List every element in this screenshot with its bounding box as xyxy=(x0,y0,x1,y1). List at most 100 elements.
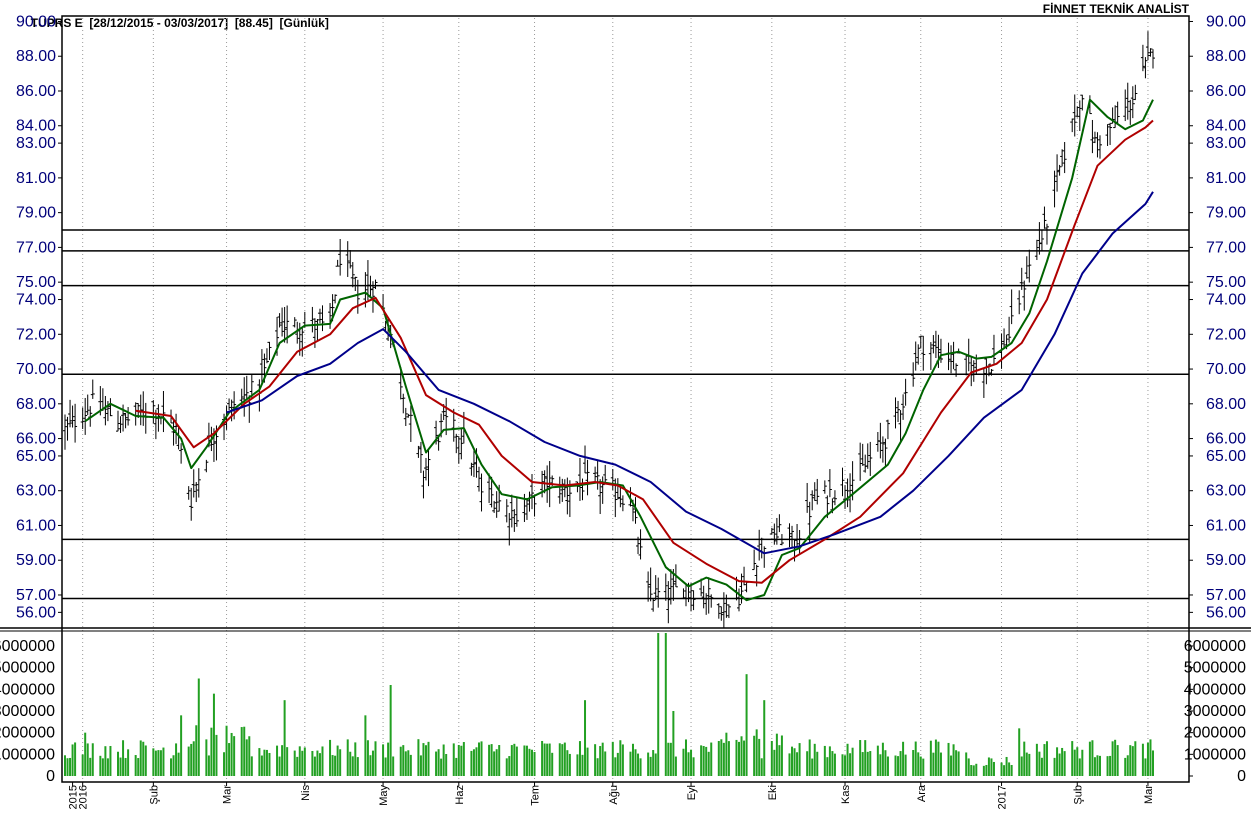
y-tick-label-left: 77.00 xyxy=(16,239,56,256)
y-tick-label-right: 72.00 xyxy=(1206,326,1246,343)
volume-bar xyxy=(321,746,324,776)
volume-bar xyxy=(296,756,299,776)
volume-bar xyxy=(475,747,478,776)
volume-bar xyxy=(859,740,862,776)
chart-frame xyxy=(0,15,1251,783)
y-tick-label-right: 63.00 xyxy=(1206,483,1246,500)
volume-bar xyxy=(899,751,902,776)
y-tick-label-right: 86.00 xyxy=(1206,83,1246,100)
technical-chart: 90.00 90.00 88.00 88.00 86.00 86.00 84.00 84.00… xyxy=(0,13,1251,809)
volume-bar xyxy=(849,753,852,776)
volume-bar xyxy=(992,761,995,776)
y-tick-label-right: 74.00 xyxy=(1206,292,1246,309)
volume-bar xyxy=(758,738,761,776)
volume-bar xyxy=(919,756,922,776)
x-tick-label: Eki xyxy=(767,785,779,800)
volume-bar xyxy=(1146,742,1149,776)
volume-bar xyxy=(311,750,314,776)
y-tick-label-right: 88.00 xyxy=(1206,48,1246,65)
volume-bar xyxy=(81,754,84,776)
volume-bar xyxy=(937,741,940,776)
volume-bar xyxy=(745,674,748,776)
volume-bar xyxy=(952,744,955,776)
volume-bar xyxy=(755,729,758,776)
volume-bar xyxy=(584,700,587,776)
volume-bar xyxy=(1091,740,1094,776)
volume-bar xyxy=(806,751,809,776)
x-tick-label: May xyxy=(378,785,390,806)
volume-bar xyxy=(457,744,460,776)
volume-bar xyxy=(417,739,420,776)
volume-bar xyxy=(604,751,607,776)
volume-bar xyxy=(725,732,728,776)
volume-bar xyxy=(929,740,932,776)
volume-bar xyxy=(1109,755,1112,776)
volume-bar xyxy=(66,758,69,776)
volume-bar xyxy=(869,751,872,776)
volume-bar xyxy=(389,685,392,776)
volume-bar xyxy=(710,742,713,776)
volume-bar xyxy=(180,715,183,776)
volume-bar xyxy=(727,741,730,776)
volume-bar xyxy=(462,742,465,776)
volume-bar xyxy=(144,745,147,776)
y-tick-label-right: 56.00 xyxy=(1206,604,1246,621)
volume-bar xyxy=(700,745,703,776)
volume-bar xyxy=(611,741,614,776)
x-tick-label: 2016 xyxy=(78,785,90,809)
volume-bar xyxy=(316,750,319,776)
volume-bar xyxy=(263,749,266,776)
volume-bar xyxy=(897,756,900,776)
volume-bar xyxy=(690,749,693,776)
volume-bar xyxy=(460,745,463,776)
short-moving-average-line[interactable] xyxy=(84,98,1154,602)
volume-bar xyxy=(917,752,920,776)
volume-bar xyxy=(1020,756,1023,776)
volume-bar xyxy=(778,745,781,776)
volume-bar xyxy=(1003,765,1006,776)
volume-bar xyxy=(884,750,887,776)
volume-tick-label-left: 0 xyxy=(46,768,55,785)
volume-bar xyxy=(866,751,869,776)
volume-bar xyxy=(106,758,109,776)
volume-bar xyxy=(578,741,581,776)
volume-bar xyxy=(192,741,195,776)
x-tick-label: Ara xyxy=(916,784,928,802)
volume-bar xyxy=(134,755,137,776)
volume-bar xyxy=(657,633,660,776)
x-tick-label: Nis xyxy=(300,785,312,801)
volume-bar xyxy=(664,633,667,776)
x-tick-label: Tem xyxy=(530,785,542,806)
volume-bar xyxy=(1038,751,1041,776)
volume-bar xyxy=(934,739,937,776)
volume-bar xyxy=(493,751,496,776)
volume-bar xyxy=(939,752,942,776)
y-tick-label-right: 59.00 xyxy=(1206,552,1246,569)
volume-bar xyxy=(122,740,125,776)
volume-bar xyxy=(717,740,720,776)
volume-bar xyxy=(339,749,342,776)
volume-bar xyxy=(957,751,960,776)
volume-bar xyxy=(470,750,473,776)
volume-bar xyxy=(505,758,508,776)
volume-bar xyxy=(177,752,180,776)
volume-bar xyxy=(356,757,359,776)
volume-bar xyxy=(546,743,549,776)
volume-bar xyxy=(637,753,640,776)
volume-bar xyxy=(490,744,493,776)
volume-bar xyxy=(455,757,458,776)
volume-bar xyxy=(760,758,763,776)
volume-bar xyxy=(1035,743,1038,776)
volume-bar xyxy=(452,743,455,776)
volume-bar xyxy=(1028,753,1031,776)
long-moving-average-line[interactable] xyxy=(226,191,1154,555)
volume-bar xyxy=(298,746,301,776)
volume-bar xyxy=(1010,764,1013,776)
volume-bar xyxy=(440,758,443,776)
volume-bar xyxy=(124,757,127,776)
volume-bar xyxy=(1149,739,1152,776)
volume-bar xyxy=(260,755,263,776)
volume-bar xyxy=(64,755,66,776)
volume-bar xyxy=(283,700,286,776)
volume-bar xyxy=(187,746,190,776)
